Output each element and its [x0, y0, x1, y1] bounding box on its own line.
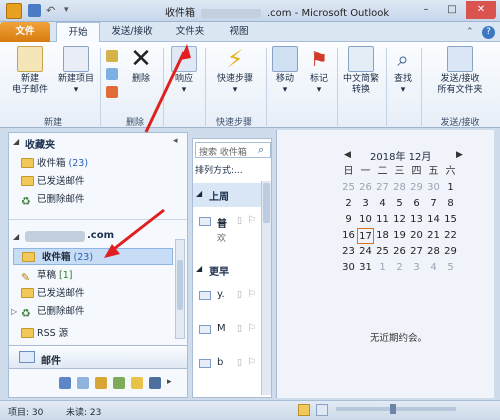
arrow-to-folder-tab: [144, 44, 191, 133]
annotation-arrows: [104, 44, 191, 258]
arrow-to-inbox: [104, 208, 165, 258]
